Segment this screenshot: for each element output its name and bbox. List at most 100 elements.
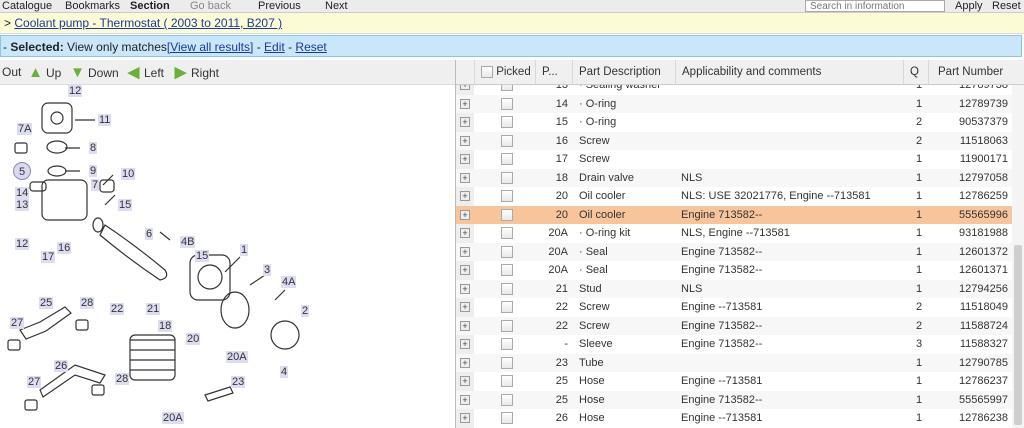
- picked-checkbox[interactable]: [501, 245, 513, 258]
- expand-icon[interactable]: +: [460, 413, 470, 423]
- callout-label[interactable]: 15: [195, 250, 210, 262]
- callout-label[interactable]: 15: [118, 199, 133, 211]
- expand-icon[interactable]: +: [460, 357, 470, 368]
- expand-icon[interactable]: +: [460, 339, 470, 349]
- picked-checkbox[interactable]: [501, 301, 513, 313]
- expand-icon[interactable]: +: [460, 394, 470, 405]
- next-button[interactable]: Next: [325, 0, 348, 12]
- table-row[interactable]: +22 Screw Engine --713581 2 11518049: [456, 298, 1012, 317]
- previous-button[interactable]: Previous: [258, 0, 301, 12]
- expand-icon[interactable]: +: [460, 376, 470, 386]
- picked-checkbox[interactable]: [501, 393, 513, 406]
- callout-label[interactable]: 2: [301, 305, 310, 317]
- table-row-selected[interactable]: +20 Oil cooler Engine 713582-- 1 55565996: [456, 205, 1012, 224]
- column-position[interactable]: P...: [535, 60, 572, 85]
- picked-checkbox[interactable]: [501, 171, 513, 184]
- picked-checkbox[interactable]: [501, 153, 513, 165]
- expand-icon[interactable]: +: [460, 283, 470, 294]
- picked-checkbox[interactable]: [501, 190, 513, 202]
- breadcrumb-link[interactable]: Coolant pump - Thermostat ( 2003 to 2011…: [14, 16, 282, 30]
- picked-checkbox[interactable]: [501, 356, 513, 369]
- callout-label[interactable]: 1: [240, 244, 249, 256]
- callout-label[interactable]: 23: [231, 376, 246, 388]
- callout-label[interactable]: 25: [39, 297, 54, 309]
- expand-icon[interactable]: +: [460, 265, 470, 275]
- select-all-checkbox[interactable]: [481, 65, 493, 78]
- table-row[interactable]: +16 Screw 2 11518063: [456, 131, 1012, 150]
- callout-label[interactable]: 3: [263, 264, 272, 276]
- callout-label[interactable]: 21: [146, 303, 161, 315]
- right-button[interactable]: ▶ Right: [173, 65, 219, 80]
- parts-diagram[interactable]: 12 7A 11 8 5 9 7 10 14 13 15 12 16 17 6 …: [0, 85, 455, 428]
- search-input[interactable]: [805, 0, 945, 12]
- column-part-number[interactable]: Part Number: [928, 60, 1012, 85]
- expand-icon[interactable]: +: [460, 135, 470, 146]
- table-row[interactable]: +23 Tube 1 12790785: [456, 353, 1012, 372]
- callout-label[interactable]: 20A: [162, 412, 184, 424]
- table-row[interactable]: +26 Hose Engine --713581 1 12786238: [456, 409, 1012, 428]
- expand-icon[interactable]: +: [460, 117, 470, 127]
- picked-checkbox[interactable]: [501, 375, 513, 387]
- callout-label[interactable]: 10: [121, 168, 136, 180]
- expand-icon[interactable]: +: [460, 246, 470, 257]
- expand-icon[interactable]: +: [460, 228, 470, 238]
- picked-checkbox[interactable]: [501, 97, 513, 110]
- callout-label[interactable]: 16: [57, 242, 72, 254]
- table-row[interactable]: +20A · Seal Engine 713582-- 1 12601371: [456, 261, 1012, 280]
- picked-checkbox[interactable]: [501, 208, 513, 221]
- section-menu[interactable]: Section: [130, 0, 170, 12]
- callout-label[interactable]: 7: [91, 179, 100, 191]
- picked-checkbox[interactable]: [501, 85, 513, 91]
- expand-icon[interactable]: +: [460, 191, 470, 201]
- table-row[interactable]: +18 Drain valve NLS 1 12797058: [456, 168, 1012, 187]
- picked-checkbox[interactable]: [501, 282, 513, 295]
- callout-label[interactable]: 28: [80, 297, 95, 309]
- callout-label[interactable]: 4A: [281, 276, 297, 288]
- down-button[interactable]: ▼ Down: [70, 65, 119, 80]
- scrollbar-thumb[interactable]: [1014, 245, 1022, 425]
- callout-label[interactable]: 11: [98, 114, 112, 126]
- picked-checkbox[interactable]: [501, 116, 513, 128]
- callout-label[interactable]: 8: [89, 142, 98, 154]
- picked-checkbox[interactable]: [501, 134, 513, 147]
- callout-label[interactable]: 27: [27, 376, 42, 388]
- picked-checkbox[interactable]: [501, 338, 513, 350]
- expand-icon[interactable]: +: [460, 209, 470, 220]
- table-row[interactable]: +20A · O-ring kit NLS, Engine --713581 1 931…: [456, 224, 1012, 243]
- table-row[interactable]: +14 · O-ring 1 12789739: [456, 94, 1012, 113]
- table-row[interactable]: +22 Screw Engine 713582-- 2 11588724: [456, 316, 1012, 335]
- expand-icon[interactable]: +: [460, 320, 470, 331]
- reset-link[interactable]: Reset: [295, 40, 326, 54]
- table-row[interactable]: +21 Stud NLS 1 12794256: [456, 279, 1012, 298]
- callout-label[interactable]: 27: [10, 317, 25, 329]
- callout-label[interactable]: 28: [115, 373, 130, 385]
- edit-link[interactable]: Edit: [264, 40, 285, 54]
- callout-label-selected[interactable]: 5: [13, 162, 31, 180]
- expand-icon[interactable]: +: [460, 302, 470, 312]
- callout-label[interactable]: 13: [15, 199, 30, 211]
- picked-checkbox[interactable]: [501, 319, 513, 332]
- column-picked[interactable]: Picked: [474, 60, 535, 85]
- picked-checkbox[interactable]: [501, 227, 513, 239]
- column-applicability[interactable]: Applicability and comments: [675, 60, 903, 85]
- expand-icon[interactable]: +: [460, 154, 470, 164]
- callout-label[interactable]: 9: [89, 165, 98, 177]
- table-row[interactable]: +20 Oil cooler NLS: USE 32021776, Engine -…: [456, 187, 1012, 206]
- apply-button[interactable]: Apply: [955, 0, 983, 12]
- callout-label[interactable]: 22: [110, 303, 125, 315]
- bookmarks-menu[interactable]: Bookmarks: [65, 0, 120, 12]
- callout-label[interactable]: 14: [15, 187, 30, 199]
- view-all-results-link[interactable]: [View all results]: [167, 40, 253, 54]
- up-button[interactable]: ▲ Up: [28, 65, 61, 80]
- expand-icon[interactable]: +: [460, 172, 470, 183]
- table-row[interactable]: +25 Hose Engine --713581 1 12786237: [456, 372, 1012, 391]
- table-row[interactable]: + - Sleeve Engine 713582-- 3 11588327: [456, 335, 1012, 354]
- callout-label[interactable]: 4B: [180, 236, 196, 248]
- table-row[interactable]: +25 Hose Engine 713582-- 1 55565997: [456, 390, 1012, 409]
- callout-label[interactable]: 7A: [17, 123, 33, 135]
- callout-label[interactable]: 4: [280, 366, 289, 378]
- callout-label[interactable]: 12: [68, 85, 83, 97]
- callout-label[interactable]: 18: [158, 320, 173, 332]
- callout-label[interactable]: 17: [41, 251, 56, 263]
- callout-label[interactable]: 26: [54, 360, 69, 372]
